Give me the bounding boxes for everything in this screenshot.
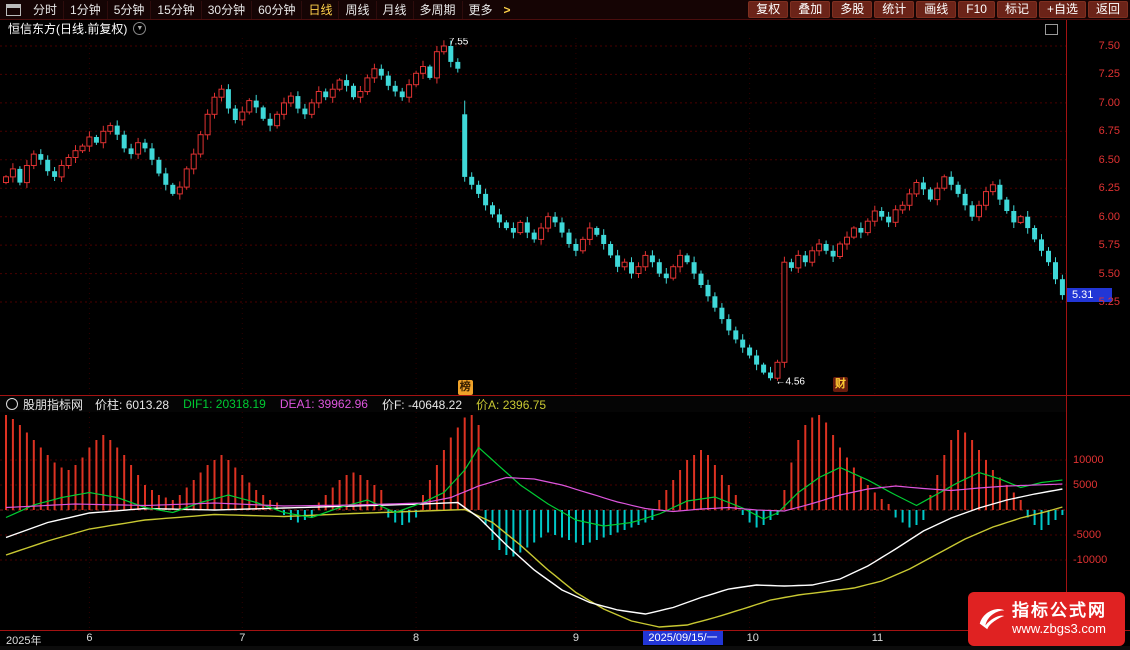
indicator-chart[interactable] [0,412,1066,630]
zbgs-logo-icon [976,600,1008,639]
bottom-toolbar-strip [0,646,1130,650]
menu-item-fenshi[interactable]: 分时 [27,1,64,19]
month-label: 9 [573,632,579,644]
price-tick-label: 6.75 [1099,125,1120,137]
menu-button-back[interactable]: 返回 [1088,1,1128,18]
menu-item-monthly[interactable]: 月线 [377,1,414,19]
menu-button-fuquan[interactable]: 复权 [748,1,788,18]
menubar-right-group: 复权 叠加 多股 统计 画线 F10 标记 +自选 返回 [748,1,1130,18]
field-label: DEA1: [280,397,315,411]
price-tick-label: 6.50 [1099,154,1120,166]
menu-item-multi-period[interactable]: 多周期 [414,1,463,19]
chart-title: 恒信东方(日线.前复权) [0,20,127,37]
indicator-value-jiaf: 价F: -40648.22 [382,396,462,413]
month-label: 7 [239,632,245,644]
trough-annotation: ←4.56 [776,377,806,388]
menu-button-huaxian[interactable]: 画线 [916,1,956,18]
indicator-value-jiaa: 价A: 2396.75 [476,396,546,413]
month-label: 11 [872,632,883,644]
time-axis: 2025年 2025/09/15/一 67891011 [0,631,1130,646]
candlestick-chart[interactable]: 7.55 ←4.56 [0,38,1066,395]
menubar: 分时 1分钟 5分钟 15分钟 30分钟 60分钟 日线 周线 月线 多周期 更… [0,0,1130,20]
window-icon[interactable] [6,4,21,16]
field-value: 20318.19 [216,397,266,411]
chevron-down-icon[interactable]: ▼ [133,22,146,35]
field-value: 2396.75 [503,398,546,412]
price-tick-label: 7.00 [1099,97,1120,109]
indicator-line-价F [6,489,1062,614]
month-label: 8 [413,632,419,644]
panel-layout-icon[interactable] [1045,24,1058,35]
menu-item-daily[interactable]: 日线 [302,1,339,19]
site-watermark: 指标公式网 www.zbgs3.com [968,592,1125,646]
month-label: 10 [747,632,759,644]
indicator-source-label: 股朋指标网 [23,396,83,413]
peak-annotation: 7.55 [449,38,469,47]
price-tick-label: 5.75 [1099,239,1120,251]
indicator-header: 股朋指标网 价柱: 6013.28 DIF1: 20318.19 DEA1: 3… [0,396,1066,412]
trading-app-window: 分时 1分钟 5分钟 15分钟 30分钟 60分钟 日线 周线 月线 多周期 更… [0,0,1130,650]
indicator-tick-label: 5000 [1073,479,1097,491]
more-arrow-icon[interactable]: > [499,3,516,17]
candles[interactable] [4,40,1065,381]
indicator-tick-label: -10000 [1073,554,1107,566]
price-tick-label: 6.25 [1099,182,1120,194]
price-tick-label: 7.25 [1099,68,1120,80]
field-label: 价A: [476,398,499,412]
menu-item-more[interactable]: 更多 [463,1,499,19]
indicator-value-jiazhu: 价柱: 6013.28 [95,396,169,413]
axis-divider [1066,20,1067,630]
indicator-tick-label: 10000 [1073,454,1104,466]
menu-item-weekly[interactable]: 周线 [339,1,376,19]
menu-item-5min[interactable]: 5分钟 [108,1,152,19]
menu-item-15min[interactable]: 15分钟 [151,1,201,19]
price-axis: 5.31 7.507.257.006.756.506.256.005.755.5… [1067,38,1130,395]
price-tick-label: 7.50 [1099,40,1120,52]
indicator-histogram [5,415,1063,557]
titlebar: 恒信东方(日线.前复权) ▼ [0,20,1066,37]
menu-button-add-watchlist[interactable]: +自选 [1039,1,1086,18]
price-gridlines [0,38,1066,395]
price-tick-label: 6.00 [1099,211,1120,223]
month-label: 6 [86,632,92,644]
menu-button-tongji[interactable]: 统计 [874,1,914,18]
date-highlight: 2025/09/15/一 [643,631,722,645]
news-badge-bang[interactable]: 榜 [458,380,473,395]
watermark-site-name: 指标公式网 [1012,601,1107,621]
menu-item-30min[interactable]: 30分钟 [202,1,252,19]
menu-item-60min[interactable]: 60分钟 [252,1,302,19]
field-value: 6013.28 [126,398,169,412]
field-value: 39962.96 [318,397,368,411]
watermark-text: 指标公式网 www.zbgs3.com [1012,601,1107,637]
field-label: 价F: [382,398,405,412]
news-badge-cai[interactable]: 财 [833,377,848,392]
indicator-source-logo-icon [6,398,18,410]
price-tick-label: 5.25 [1099,296,1120,308]
menu-button-diejia[interactable]: 叠加 [790,1,830,18]
indicator-value-dea1: DEA1: 39962.96 [280,397,368,411]
menu-button-duogu[interactable]: 多股 [832,1,872,18]
menu-button-biaoji[interactable]: 标记 [997,1,1037,18]
menu-button-f10[interactable]: F10 [958,1,995,18]
menu-item-1min[interactable]: 1分钟 [64,1,108,19]
indicator-value-dif1: DIF1: 20318.19 [183,397,266,411]
field-label: DIF1: [183,397,212,411]
field-value: -40648.22 [408,398,462,412]
watermark-url: www.zbgs3.com [1012,621,1107,637]
indicator-gridlines [0,412,1066,630]
indicator-tick-label: -5000 [1073,529,1101,541]
price-tick-label: 5.50 [1099,268,1120,280]
field-label: 价柱: [95,398,122,412]
